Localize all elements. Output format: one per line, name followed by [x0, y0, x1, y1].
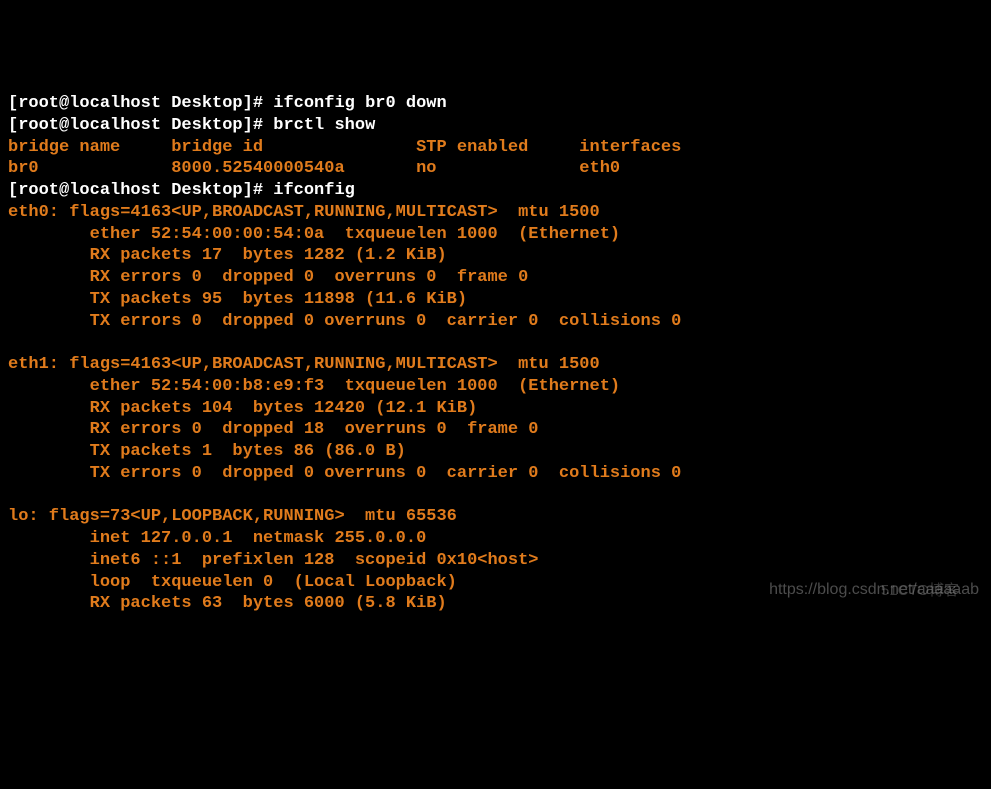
ifconfig-eth1-line: ether 52:54:00:b8:e9:f3 txqueuelen 1000 …	[8, 377, 620, 396]
ifconfig-lo-line: RX packets 63 bytes 6000 (5.8 KiB)	[8, 594, 447, 613]
ifconfig-eth0-line: RX packets 17 bytes 1282 (1.2 KiB)	[8, 246, 447, 265]
ifconfig-eth1-line: RX packets 104 bytes 12420 (12.1 KiB)	[8, 399, 477, 418]
ifconfig-eth1-line: TX errors 0 dropped 0 overruns 0 carrier…	[8, 464, 681, 483]
ifconfig-eth0-line: ether 52:54:00:00:54:0a txqueuelen 1000 …	[8, 225, 620, 244]
ifconfig-lo-line: inet 127.0.0.1 netmask 255.0.0.0	[8, 529, 426, 548]
watermark-text: https://blog.csdn.net/aaaaaab	[769, 580, 979, 600]
ifconfig-eth1-line: eth1: flags=4163<UP,BROADCAST,RUNNING,MU…	[8, 355, 600, 374]
ifconfig-eth0-line: TX packets 95 bytes 11898 (11.6 KiB)	[8, 290, 467, 309]
brctl-row: br0 8000.52540000540a no eth0	[8, 159, 620, 178]
ifconfig-eth1-line: RX errors 0 dropped 18 overruns 0 frame …	[8, 420, 539, 439]
terminal-output: [root@localhost Desktop]# ifconfig br0 d…	[8, 93, 983, 615]
ifconfig-eth1-line: TX packets 1 bytes 86 (86.0 B)	[8, 442, 406, 461]
shell-command: ifconfig	[273, 181, 355, 200]
ifconfig-eth0-line: TX errors 0 dropped 0 overruns 0 carrier…	[8, 312, 681, 331]
shell-command: brctl show	[273, 116, 375, 135]
shell-command: ifconfig br0 down	[273, 94, 446, 113]
shell-prompt: [root@localhost Desktop]#	[8, 94, 273, 113]
ifconfig-lo-line: lo: flags=73<UP,LOOPBACK,RUNNING> mtu 65…	[8, 507, 457, 526]
ifconfig-lo-line: inet6 ::1 prefixlen 128 scopeid 0x10<hos…	[8, 551, 539, 570]
shell-prompt: [root@localhost Desktop]#	[8, 181, 273, 200]
ifconfig-eth0-line: eth0: flags=4163<UP,BROADCAST,RUNNING,MU…	[8, 203, 600, 222]
brctl-header: bridge name bridge id STP enabled interf…	[8, 138, 681, 157]
ifconfig-eth0-line: RX errors 0 dropped 0 overruns 0 frame 0	[8, 268, 528, 287]
ifconfig-lo-line: loop txqueuelen 0 (Local Loopback)	[8, 573, 457, 592]
shell-prompt: [root@localhost Desktop]#	[8, 116, 273, 135]
